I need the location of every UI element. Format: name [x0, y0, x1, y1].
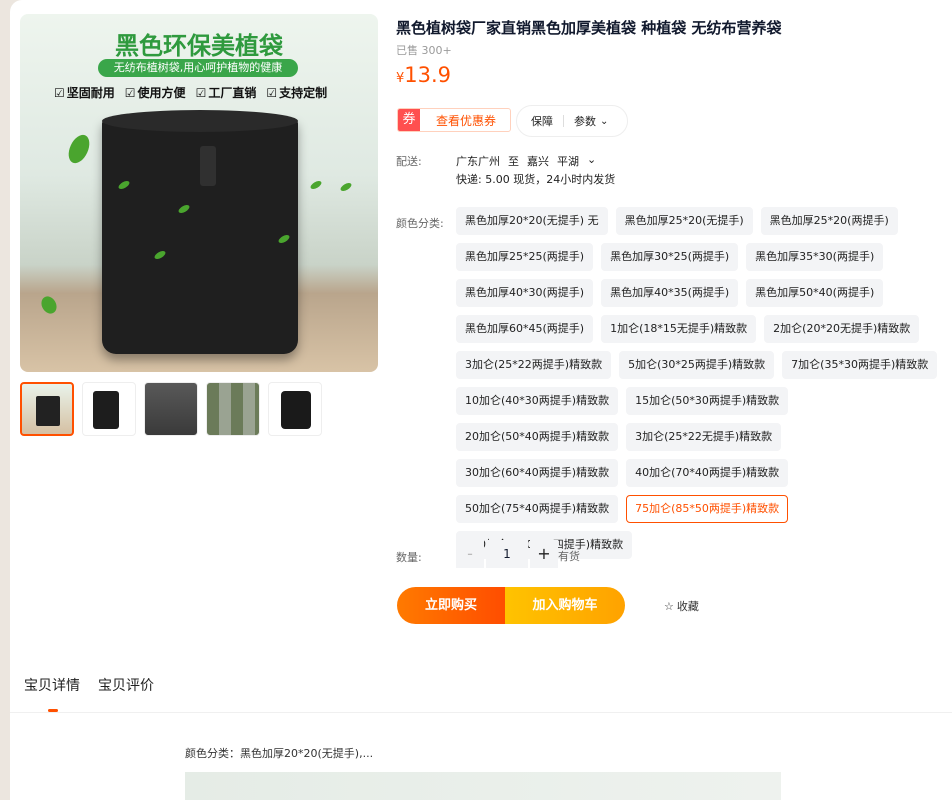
feature-3: 工厂直销 [196, 84, 256, 101]
detail-tabs: 宝贝详情 宝贝评价 [24, 675, 154, 695]
sku-option[interactable]: 10加仑(40*30两提手)精致款 [456, 387, 619, 415]
favorite-label: 收藏 [676, 600, 699, 613]
ship-city: 嘉兴 [527, 155, 549, 168]
separator [563, 115, 564, 127]
sku-option[interactable]: 3加仑(25*22无提手)精致款 [626, 423, 782, 451]
sku-option[interactable]: 黑色加厚40*30(两提手) [456, 279, 594, 307]
increment-button[interactable]: + [530, 540, 558, 568]
detail-color-line: 颜色分类：黑色加厚20*20(无提手),... [185, 747, 374, 760]
bag-handle [200, 146, 216, 186]
product-title: 黑色植树袋厂家直销黑色加厚美植袋 种植袋 无纺布营养袋 [396, 19, 782, 37]
thumbnail-3[interactable] [144, 382, 198, 436]
grow-bag-illustration [102, 110, 298, 354]
feature-1: 坚固耐用 [54, 84, 115, 101]
thumbnail-5[interactable] [268, 382, 322, 436]
ship-to-word: 至 [508, 155, 519, 168]
price: ¥13.9 [396, 63, 451, 87]
sku-option[interactable]: 黑色加厚60*45(两提手) [456, 315, 594, 343]
stock-status: 有货 [558, 550, 580, 563]
bag-rim [102, 110, 298, 132]
coupon-label: 查看优惠券 [420, 111, 511, 129]
sku-option[interactable]: 50加仑(75*40两提手)精致款 [456, 495, 619, 523]
price-value: 13.9 [404, 63, 452, 87]
divider [10, 712, 952, 713]
buy-now-button[interactable]: 立即购买 [397, 587, 505, 624]
tab-details[interactable]: 宝贝详情 [24, 675, 80, 695]
sku-option[interactable]: 20加仑(50*40两提手)精致款 [456, 423, 619, 451]
feature-2: 使用方便 [125, 84, 186, 101]
sku-option[interactable]: 5加仑(30*25两提手)精致款 [619, 351, 775, 379]
guarantee-params-button[interactable]: 保障 参数 ⌄ [516, 105, 628, 137]
color-category-label: 颜色分类: [396, 217, 444, 230]
thumbnail-1[interactable] [20, 382, 74, 436]
main-product-image: 黑色环保美植袋 无纺布植树袋,用心呵护植物的健康 坚固耐用 使用方便 工厂直销 … [20, 14, 378, 372]
sku-option[interactable]: 黑色加厚50*40(两提手) [746, 279, 884, 307]
thumbnail-strip [20, 382, 322, 436]
chevron-down-icon: ⌄ [600, 115, 609, 127]
ship-district: 平湖 [557, 155, 579, 168]
sku-option[interactable]: 黑色加厚25*20(无提手) [615, 207, 753, 235]
favorite-button[interactable]: ☆ 收藏 [664, 598, 699, 614]
sku-option[interactable]: 3加仑(25*22两提手)精致款 [456, 351, 612, 379]
guarantee-label: 保障 [531, 115, 553, 128]
leaf-icon [339, 181, 353, 193]
coupon-button[interactable]: 券 查看优惠券 [397, 108, 512, 132]
chevron-down-icon: ⌄ [587, 153, 597, 166]
image-subline: 无纺布植树袋,用心呵护植物的健康 [98, 59, 298, 77]
sku-option[interactable]: 黑色加厚20*20(无提手) 无 [456, 207, 608, 235]
leaf-icon [38, 293, 60, 317]
decrement-button[interactable]: - [456, 540, 484, 568]
shipping-route[interactable]: 广东广州 至 嘉兴 平湖 ⌄ [456, 153, 596, 169]
sku-option[interactable]: 1加仑(18*15无提手)精致款 [601, 315, 757, 343]
sku-option[interactable]: 黑色加厚30*25(两提手) [601, 243, 739, 271]
params-label: 参数 [574, 115, 596, 128]
leaf-icon [64, 131, 94, 167]
sku-option[interactable]: 黑色加厚40*35(两提手) [601, 279, 739, 307]
quantity-stepper: - 1 + [456, 540, 558, 568]
detail-image [185, 772, 781, 800]
shipping-detail: 快递: 5.00 现货，24小时内发货 [456, 173, 616, 186]
quantity-input[interactable]: 1 [486, 540, 528, 568]
sku-option[interactable]: 7加仑(35*30两提手)精致款 [782, 351, 938, 379]
sku-option[interactable]: 黑色加厚25*20(两提手) [760, 207, 898, 235]
sku-option[interactable]: 2加仑(20*20无提手)精致款 [764, 315, 920, 343]
coupon-tag: 券 [398, 109, 420, 131]
sold-count: 已售 300+ [396, 44, 452, 57]
add-to-cart-button[interactable]: 加入购物车 [505, 587, 625, 624]
quantity-label: 数量: [396, 551, 422, 564]
thumbnail-2[interactable] [82, 382, 136, 436]
sku-option[interactable]: 黑色加厚25*25(两提手) [456, 243, 594, 271]
image-headline: 黑色环保美植袋 [115, 32, 283, 60]
sku-option[interactable]: 40加仑(70*40两提手)精致款 [626, 459, 789, 487]
feature-4: 支持定制 [266, 84, 327, 101]
thumbnail-4[interactable] [206, 382, 260, 436]
sku-option-selected[interactable]: 75加仑(85*50两提手)精致款 [626, 495, 789, 523]
sku-option[interactable]: 30加仑(60*40两提手)精致款 [456, 459, 619, 487]
tab-reviews[interactable]: 宝贝评价 [98, 675, 154, 695]
ship-from: 广东广州 [456, 155, 500, 168]
leaf-icon [309, 179, 323, 191]
image-features: 坚固耐用 使用方便 工厂直销 支持定制 [54, 84, 327, 101]
sku-option[interactable]: 15加仑(50*30两提手)精致款 [626, 387, 789, 415]
star-icon: ☆ [664, 599, 674, 613]
sku-option[interactable]: 黑色加厚35*30(两提手) [746, 243, 884, 271]
shipping-label: 配送: [396, 155, 422, 168]
sku-options: 黑色加厚20*20(无提手) 无 黑色加厚25*20(无提手) 黑色加厚25*2… [456, 207, 942, 559]
